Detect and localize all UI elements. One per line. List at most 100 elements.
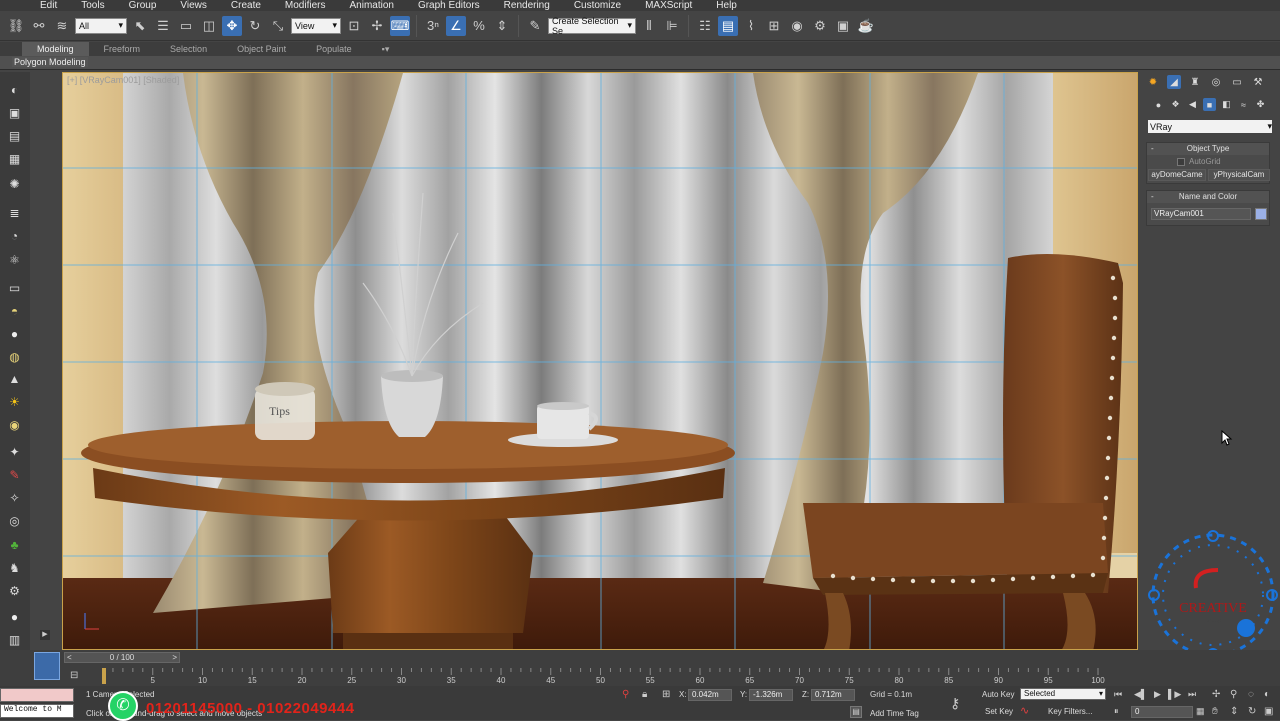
paint-icon[interactable]: ✎ [6, 467, 23, 482]
lock-selection-icon[interactable]: 🔒︎ [642, 689, 647, 700]
mirror-icon[interactable]: ⫴ [639, 16, 659, 36]
goto-end-icon[interactable]: ⏭ [1188, 689, 1196, 700]
menu-item-views[interactable]: Views [180, 0, 207, 11]
link-icon[interactable]: ⛓ [6, 16, 26, 36]
menu-item-graph-editors[interactable]: Graph Editors [418, 0, 480, 11]
time-slider[interactable]: < 0 / 100 > [64, 652, 180, 663]
space-warps-icon[interactable]: ≈ [1237, 98, 1250, 111]
play-icon[interactable]: ▶ [1154, 689, 1161, 700]
expand-arrow-icon[interactable]: ▶ [40, 630, 50, 640]
object-color-swatch[interactable] [1255, 208, 1267, 220]
y-coordinate-field[interactable]: -1.326m [749, 689, 793, 701]
vray-dome-camera-button[interactable]: ayDomeCame [1148, 169, 1206, 181]
auto-key-button[interactable]: Auto Key [982, 690, 1014, 699]
select-move-icon[interactable]: ✥ [222, 15, 242, 36]
menu-item-customize[interactable]: Customize [574, 0, 621, 11]
camera-type-dropdown[interactable]: VRay ▾ [1148, 120, 1272, 133]
viewport-label[interactable]: [+] [VRayCam001] [Shaded] [67, 75, 179, 85]
ribbon-toggle-icon[interactable]: ▤ [718, 15, 738, 36]
hierarchy-tab-icon[interactable]: ♜ [1188, 75, 1202, 89]
particle-icon[interactable]: ✦ [6, 444, 23, 459]
align-icon[interactable]: ⊫ [662, 16, 682, 36]
grid-icon[interactable]: ▦ [6, 151, 23, 166]
time-config-icon[interactable]: ▦ [1196, 706, 1205, 717]
sheet-icon[interactable]: ▤ [6, 128, 23, 143]
prev-frame-icon[interactable]: ◀▌ [1134, 689, 1147, 700]
zoom-icon[interactable]: ✢ [1212, 689, 1220, 700]
absolute-mode-icon[interactable]: ⊞ [662, 689, 670, 700]
modify-tab-icon[interactable]: ◢ [1167, 75, 1181, 89]
menu-item-modifiers[interactable]: Modifiers [285, 0, 326, 11]
select-object-icon[interactable]: ⬉ [130, 16, 150, 36]
current-frame-field[interactable]: 0 [1131, 706, 1193, 718]
mini-curve-editor-icon[interactable] [34, 652, 60, 680]
create-tab-icon[interactable]: ✹ [1146, 75, 1160, 89]
menu-item-edit[interactable]: Edit [40, 0, 57, 11]
motion-tab-icon[interactable]: ◎ [1209, 75, 1223, 89]
material-editor-icon[interactable]: ◉ [787, 16, 807, 36]
key-mode-toggle-icon[interactable]: ⏸ [1114, 706, 1119, 717]
cone-icon[interactable]: ▲ [6, 371, 23, 386]
rendered-frame-window-icon[interactable]: ▣ [833, 16, 853, 36]
time-marker[interactable] [102, 668, 106, 684]
unlink-icon[interactable]: ⚯ [29, 16, 49, 36]
display-tab-icon[interactable]: ▭ [1230, 75, 1244, 89]
set-key-curve-icon[interactable]: ∿ [1020, 704, 1029, 717]
plant-icon[interactable]: ♣ [6, 537, 23, 552]
plane-icon[interactable]: ▭ [6, 280, 23, 295]
settings-icon[interactable]: ▥ [6, 632, 23, 647]
lights-icon[interactable]: ◀ [1186, 98, 1199, 111]
orbit-icon[interactable]: ◌ [1248, 689, 1254, 700]
menu-item-maxscript[interactable]: MAXScript [645, 0, 692, 11]
time-prev-arrow-icon[interactable]: < [67, 653, 72, 662]
isolate-icon[interactable]: ⚲ [622, 689, 629, 700]
teapot-icon[interactable]: ◉ [6, 417, 23, 432]
autogrid-checkbox[interactable] [1177, 158, 1185, 166]
sphere-icon[interactable]: ● [6, 326, 23, 341]
ribbon-options-icon[interactable]: ▪▾ [367, 42, 405, 56]
percent-snap-icon[interactable]: % [469, 16, 489, 36]
fov-icon[interactable]: ◐ [1264, 689, 1270, 700]
maxscript-listener[interactable] [0, 688, 74, 702]
systems-icon[interactable]: ✤ [1254, 98, 1267, 111]
key-icon[interactable]: ⚷ [950, 695, 960, 712]
select-by-name-icon[interactable]: ☰ [153, 16, 173, 36]
layer-manager-icon[interactable]: ☷ [695, 16, 715, 36]
goto-start-icon[interactable]: ⏮ [1114, 689, 1122, 700]
ribbon-tab-freeform[interactable]: Freeform [89, 42, 156, 56]
curve-editor-icon[interactable]: ⌇ [741, 16, 761, 36]
globe-icon[interactable]: ◎ [6, 513, 23, 528]
track-bar[interactable]: 5 10 15 20 25 30 35 40 45 50 55 60 65 70 75 80 85 90 95 100 [103, 668, 1138, 686]
render-setup-icon[interactable]: ⚙ [810, 16, 830, 36]
key-filters-button[interactable]: Key Filters... [1048, 707, 1092, 716]
geometry-icon[interactable]: ● [1152, 98, 1165, 111]
edit-named-selection-icon[interactable]: ✎ [525, 16, 545, 36]
named-selection-set-dropdown[interactable]: Create Selection Se ▾ [548, 16, 636, 36]
sun-icon[interactable]: ☀ [6, 394, 23, 409]
light-icon[interactable]: ✺ [6, 176, 23, 191]
shapes-icon[interactable]: ❖ [1169, 98, 1182, 111]
pivot-center-icon[interactable]: ⊡ [344, 16, 364, 36]
welcome-field[interactable]: Welcome to M [0, 704, 74, 718]
time-tag-icon[interactable]: ▤ [850, 706, 862, 718]
pan-icon[interactable]: ✋︎ [1212, 706, 1218, 717]
render-production-icon[interactable]: ☕ [856, 16, 876, 36]
name-color-header[interactable]: - Name and Color [1147, 191, 1269, 203]
animal-icon[interactable]: ♞ [6, 560, 23, 575]
render-sphere-icon[interactable]: ● [6, 609, 23, 624]
selection-filter-dropdown[interactable]: All ▾ [75, 17, 127, 34]
select-manipulate-icon[interactable]: ✢ [367, 16, 387, 36]
window-crossing-icon[interactable]: ◫ [199, 16, 219, 36]
x-coordinate-field[interactable]: 0.042m [688, 689, 732, 701]
camera-icon[interactable]: ◔ [6, 228, 23, 243]
select-rotate-icon[interactable]: ↻ [245, 16, 265, 36]
cameras-icon[interactable]: ■ [1203, 98, 1216, 111]
helpers-icon[interactable]: ◧ [1220, 98, 1233, 111]
box-icon[interactable]: ▣ [6, 105, 23, 120]
object-type-header[interactable]: - Object Type [1147, 143, 1269, 155]
roll-icon[interactable]: ↻ [1248, 706, 1256, 717]
camera-viewport[interactable]: Tips [+] [VRayCam001] [Shaded] [62, 72, 1138, 650]
next-frame-icon[interactable]: ▌▶ [1168, 689, 1181, 700]
reference-coordinate-dropdown[interactable]: View ▾ [291, 17, 341, 34]
scene-explorer-icon[interactable]: ◐ [6, 82, 23, 97]
